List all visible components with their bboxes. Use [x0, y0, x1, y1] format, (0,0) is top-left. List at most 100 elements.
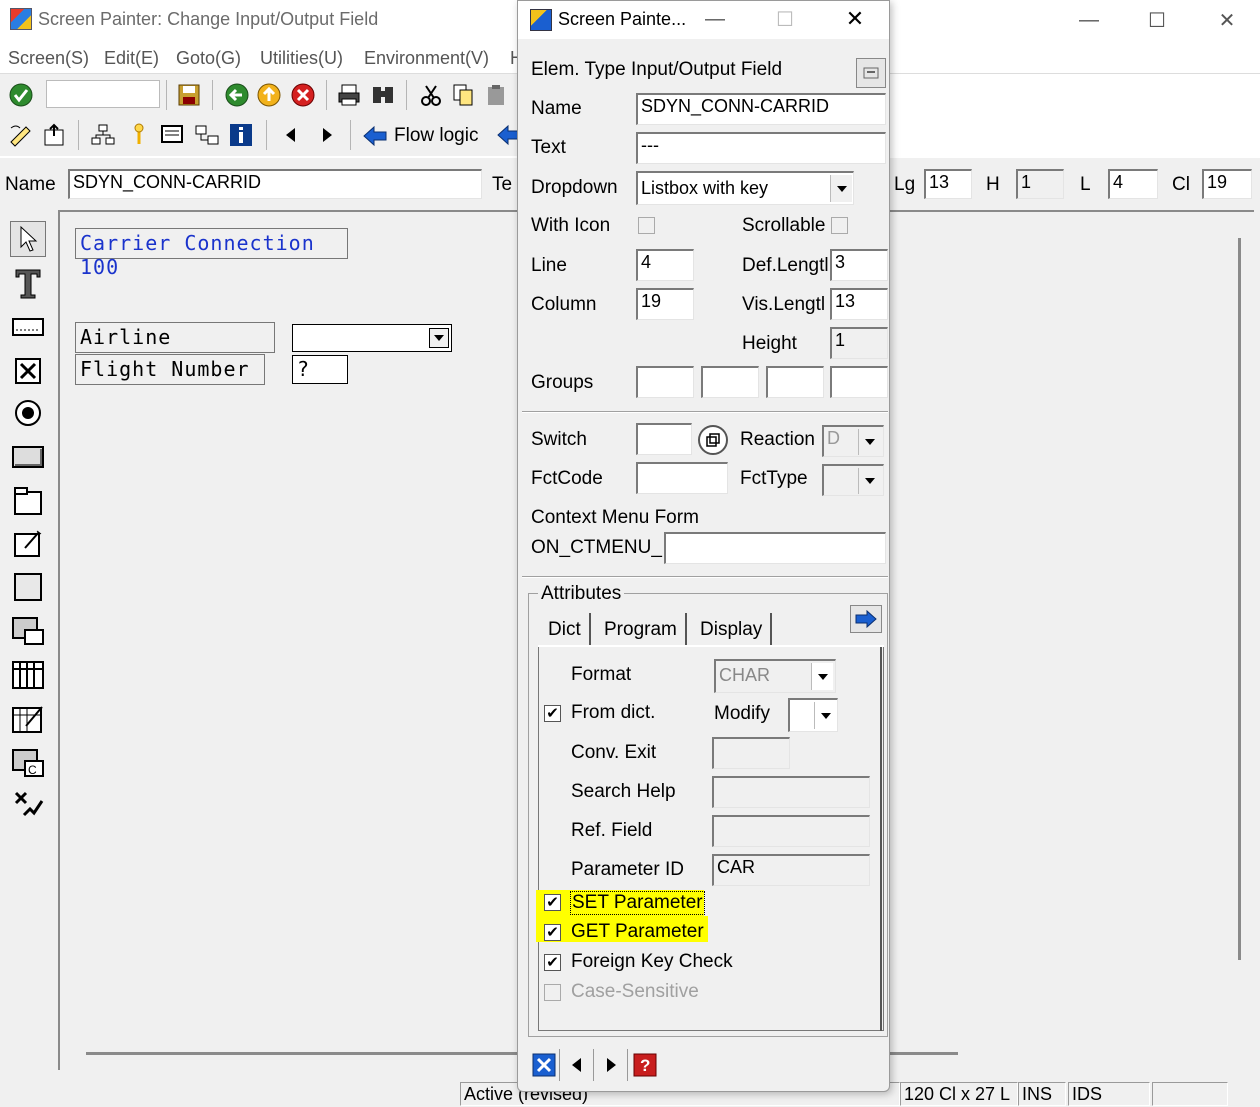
- paste-icon[interactable]: [484, 82, 510, 108]
- tab-program[interactable]: Program: [596, 613, 687, 647]
- custom-control-tool-icon[interactable]: C: [10, 745, 46, 781]
- toolbar-separator: [266, 120, 267, 150]
- scrollable-checkbox[interactable]: [831, 217, 848, 234]
- name-label: Name: [531, 98, 582, 119]
- status-icon-tool-icon[interactable]: [10, 787, 46, 823]
- menu-screen[interactable]: Screen(S): [8, 48, 89, 69]
- flight-number-label-element[interactable]: Flight Number: [75, 354, 265, 385]
- svg-text:?: ?: [640, 1056, 650, 1075]
- command-field[interactable]: [46, 80, 160, 108]
- column-label: Column: [531, 294, 597, 315]
- copy-icon[interactable]: [450, 82, 476, 108]
- back-icon[interactable]: [224, 82, 250, 108]
- activate-icon[interactable]: [42, 122, 68, 148]
- groups-label: Groups: [531, 372, 594, 393]
- set-parameter-checkbox[interactable]: ✔: [544, 894, 561, 911]
- next-icon[interactable]: [314, 122, 340, 148]
- save-icon[interactable]: [176, 82, 202, 108]
- tab-display[interactable]: Display: [692, 613, 773, 647]
- l-field[interactable]: 4: [1108, 169, 1158, 199]
- vis-length-field[interactable]: 13: [830, 288, 888, 320]
- with-icon-checkbox[interactable]: [638, 217, 655, 234]
- get-parameter-checkbox[interactable]: ✔: [544, 924, 561, 941]
- dialog-text-field[interactable]: ---: [636, 132, 886, 164]
- exit-icon[interactable]: [256, 82, 282, 108]
- chevron-down-icon[interactable]: [830, 175, 852, 202]
- previous-icon[interactable]: [278, 122, 304, 148]
- text-field-tool-icon[interactable]: [10, 265, 46, 301]
- column-field[interactable]: 19: [636, 288, 694, 320]
- pointer-tool-icon[interactable]: [10, 221, 46, 257]
- pushbutton-tool-icon[interactable]: [10, 439, 46, 475]
- group-3-field[interactable]: [766, 366, 824, 398]
- vertical-scrollbar[interactable]: [1238, 238, 1241, 960]
- tabstrip-tool-icon[interactable]: [10, 483, 46, 519]
- chevron-down-icon[interactable]: [858, 429, 880, 455]
- previous-element-icon[interactable]: [560, 1049, 594, 1081]
- arrow-right-icon[interactable]: [850, 605, 882, 633]
- tabstrip-wizard-icon[interactable]: [10, 525, 46, 561]
- cl-field[interactable]: 19: [1202, 169, 1252, 199]
- enter-check-icon[interactable]: [8, 82, 34, 108]
- box-tool-icon[interactable]: [10, 569, 46, 605]
- group-2-field[interactable]: [701, 366, 759, 398]
- dialog-minimize-icon[interactable]: —: [692, 5, 738, 33]
- flow-logic-button[interactable]: Flow logic: [362, 122, 478, 150]
- subscreen-tool-icon[interactable]: [10, 613, 46, 649]
- dialog-close-icon[interactable]: ✕: [832, 5, 878, 33]
- hierarchy-icon[interactable]: [90, 122, 116, 148]
- info-icon[interactable]: [228, 122, 254, 148]
- menu-goto[interactable]: Goto(G): [176, 48, 241, 69]
- toolbar-separator: [350, 120, 351, 150]
- context-menu-field[interactable]: [664, 532, 886, 564]
- line-field[interactable]: 4: [636, 249, 694, 281]
- radio-button-tool-icon[interactable]: [10, 395, 46, 431]
- cut-icon[interactable]: [418, 82, 444, 108]
- print-icon[interactable]: [336, 82, 362, 108]
- find-icon[interactable]: [370, 82, 396, 108]
- lg-field[interactable]: 13: [924, 169, 972, 199]
- group-4-field[interactable]: [830, 366, 888, 398]
- help-icon[interactable]: ?: [628, 1049, 662, 1081]
- tab-dict[interactable]: Dict: [540, 613, 591, 647]
- dialog-app-icon: [530, 9, 552, 31]
- next-element-icon[interactable]: [594, 1049, 628, 1081]
- def-length-field[interactable]: 3: [830, 249, 888, 281]
- where-used-icon[interactable]: [126, 122, 152, 148]
- airline-label-element[interactable]: Airline: [75, 322, 275, 353]
- checkbox-tool-icon[interactable]: [10, 353, 46, 389]
- attributes-dialog: Screen Painte... — ☐ ✕ Elem. Type Input/…: [517, 0, 890, 1092]
- maximize-icon[interactable]: ☐: [1134, 6, 1180, 34]
- menu-environment[interactable]: Environment(V): [364, 48, 489, 69]
- dropdown-select[interactable]: Listbox with key: [636, 171, 854, 205]
- scrollable-label: Scrollable: [742, 215, 826, 236]
- cancel-icon[interactable]: [290, 82, 316, 108]
- airline-listbox-element[interactable]: [292, 324, 452, 352]
- input-output-tool-icon[interactable]: [10, 309, 46, 345]
- chevron-down-icon[interactable]: [811, 663, 833, 690]
- group-1-field[interactable]: [636, 366, 694, 398]
- edit-pencil-icon[interactable]: [8, 122, 34, 148]
- name-field[interactable]: SDYN_CONN-CARRID: [68, 169, 482, 199]
- flight-number-field-element[interactable]: ?: [292, 355, 348, 384]
- layout-toggle-icon[interactable]: [856, 58, 886, 88]
- check-mark-icon: ✔: [546, 954, 559, 971]
- table-wizard-icon[interactable]: [10, 701, 46, 737]
- from-dict-checkbox[interactable]: ✔: [544, 705, 561, 722]
- switch-field[interactable]: [636, 423, 692, 455]
- table-control-tool-icon[interactable]: [10, 657, 46, 693]
- display-object-icon[interactable]: [160, 122, 186, 148]
- close-icon[interactable]: ✕: [1204, 6, 1250, 34]
- minimize-icon[interactable]: —: [1066, 6, 1112, 34]
- screen-title-frame[interactable]: Carrier Connection 100: [75, 228, 348, 279]
- other-object-icon[interactable]: [194, 122, 220, 148]
- dialog-name-field[interactable]: SDYN_CONN-CARRID: [636, 93, 886, 125]
- chevron-down-icon[interactable]: [858, 468, 880, 494]
- dialog-close-x-icon[interactable]: [528, 1049, 560, 1081]
- fctcode-field[interactable]: [636, 462, 728, 494]
- chevron-down-icon[interactable]: [814, 702, 836, 729]
- foreign-key-checkbox[interactable]: ✔: [544, 954, 561, 971]
- menu-utilities[interactable]: Utilities(U): [260, 48, 343, 69]
- switch-settings-icon[interactable]: [698, 425, 728, 455]
- menu-edit[interactable]: Edit(E): [104, 48, 159, 69]
